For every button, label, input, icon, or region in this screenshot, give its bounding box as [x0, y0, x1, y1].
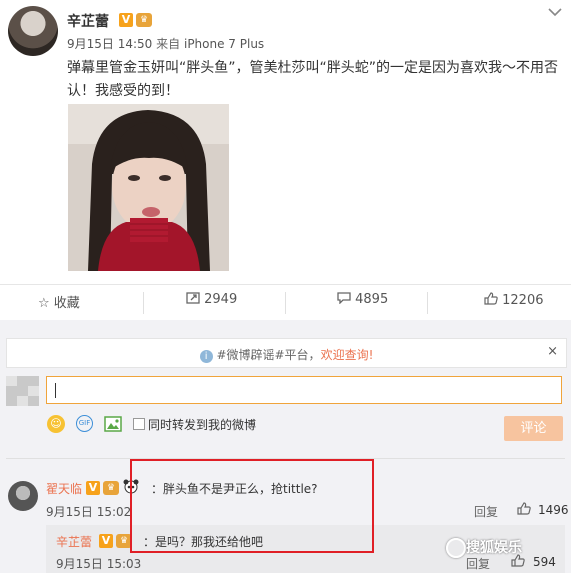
emoji-icon[interactable]: ☺	[47, 415, 65, 433]
gif-icon[interactable]: GIF	[76, 415, 93, 432]
reply-author-name[interactable]: 辛芷蕾	[56, 535, 92, 549]
repost-count: 2949	[204, 292, 238, 307]
repost-button[interactable]: 2949	[186, 292, 237, 307]
star-icon: ☆	[38, 296, 50, 311]
source-prefix: 来自	[156, 37, 181, 51]
sohu-logo-icon	[446, 538, 466, 558]
post-date[interactable]: 9月15日 14:50	[67, 37, 152, 51]
my-avatar	[6, 376, 39, 406]
notice-message: #微博辟谣#平台，	[216, 348, 321, 362]
favorite-label: 收藏	[53, 296, 80, 311]
watermark: 搜狐娱乐	[466, 540, 522, 556]
repost-checkbox[interactable]	[133, 418, 145, 430]
divider	[143, 292, 144, 314]
comment-author-name[interactable]: 翟天临	[46, 482, 82, 496]
repost-checkbox-label: 同时转发到我的微博	[148, 418, 257, 432]
close-icon[interactable]: ×	[547, 344, 558, 359]
verified-badge: V	[99, 534, 113, 548]
favorite-button[interactable]: ☆ 收藏	[38, 292, 80, 311]
highlight-box	[130, 459, 374, 553]
text-caret	[55, 383, 56, 398]
reply-like-count: 594	[533, 555, 556, 569]
verified-badge: V	[119, 13, 133, 27]
comment-input[interactable]	[46, 376, 562, 404]
commenter-avatar[interactable]	[8, 481, 38, 511]
member-crown-icon: ♛	[136, 13, 152, 27]
user-avatar[interactable]	[8, 6, 58, 56]
comment-icon	[337, 292, 355, 307]
info-icon: i	[199, 350, 213, 363]
repost-icon	[186, 292, 204, 307]
post-source[interactable]: iPhone 7 Plus	[184, 37, 264, 51]
comment-count: 4895	[355, 292, 389, 307]
thumbs-up-icon[interactable]	[517, 502, 531, 518]
post-meta: 9月15日 14:50 来自 iPhone 7 Plus	[67, 35, 264, 52]
image-icon[interactable]	[104, 416, 122, 435]
reply-author[interactable]: 辛芷蕾	[56, 533, 92, 550]
notice-link[interactable]: 欢迎查询!	[321, 348, 374, 362]
divider	[285, 292, 286, 314]
post-photo[interactable]	[68, 104, 229, 271]
chevron-down-icon[interactable]	[548, 6, 562, 21]
thumbs-up-icon	[484, 292, 502, 308]
comment-time[interactable]: 9月15日 15:02	[46, 503, 131, 520]
divider	[427, 292, 428, 314]
comment-button[interactable]: 4895	[337, 292, 388, 307]
reply-button[interactable]: 回复	[474, 503, 498, 520]
reply-time[interactable]: 9月15日 15:03	[56, 555, 141, 572]
comment-author[interactable]: 翟天临	[46, 480, 82, 497]
like-count: 12206	[502, 293, 544, 308]
reply-button[interactable]: 回复	[466, 555, 490, 572]
notice-text: i #微博辟谣#平台，欢迎查询!	[7, 346, 566, 363]
member-crown-icon: ♛	[103, 481, 119, 495]
submit-comment-button[interactable]: 评论	[504, 416, 563, 441]
post-author-name[interactable]: 辛芷蕾	[67, 11, 109, 31]
like-button[interactable]: 12206	[484, 292, 544, 308]
post-text: 弹幕里管金玉妍叫“胖头鱼”，管美杜莎叫“胖头蛇”的一定是因为喜欢我～不用否认！我…	[67, 60, 559, 99]
rumor-notice: i #微博辟谣#平台，欢迎查询! ×	[6, 338, 567, 368]
verified-badge: V	[86, 481, 100, 495]
comment-like-count: 1496	[538, 503, 569, 517]
